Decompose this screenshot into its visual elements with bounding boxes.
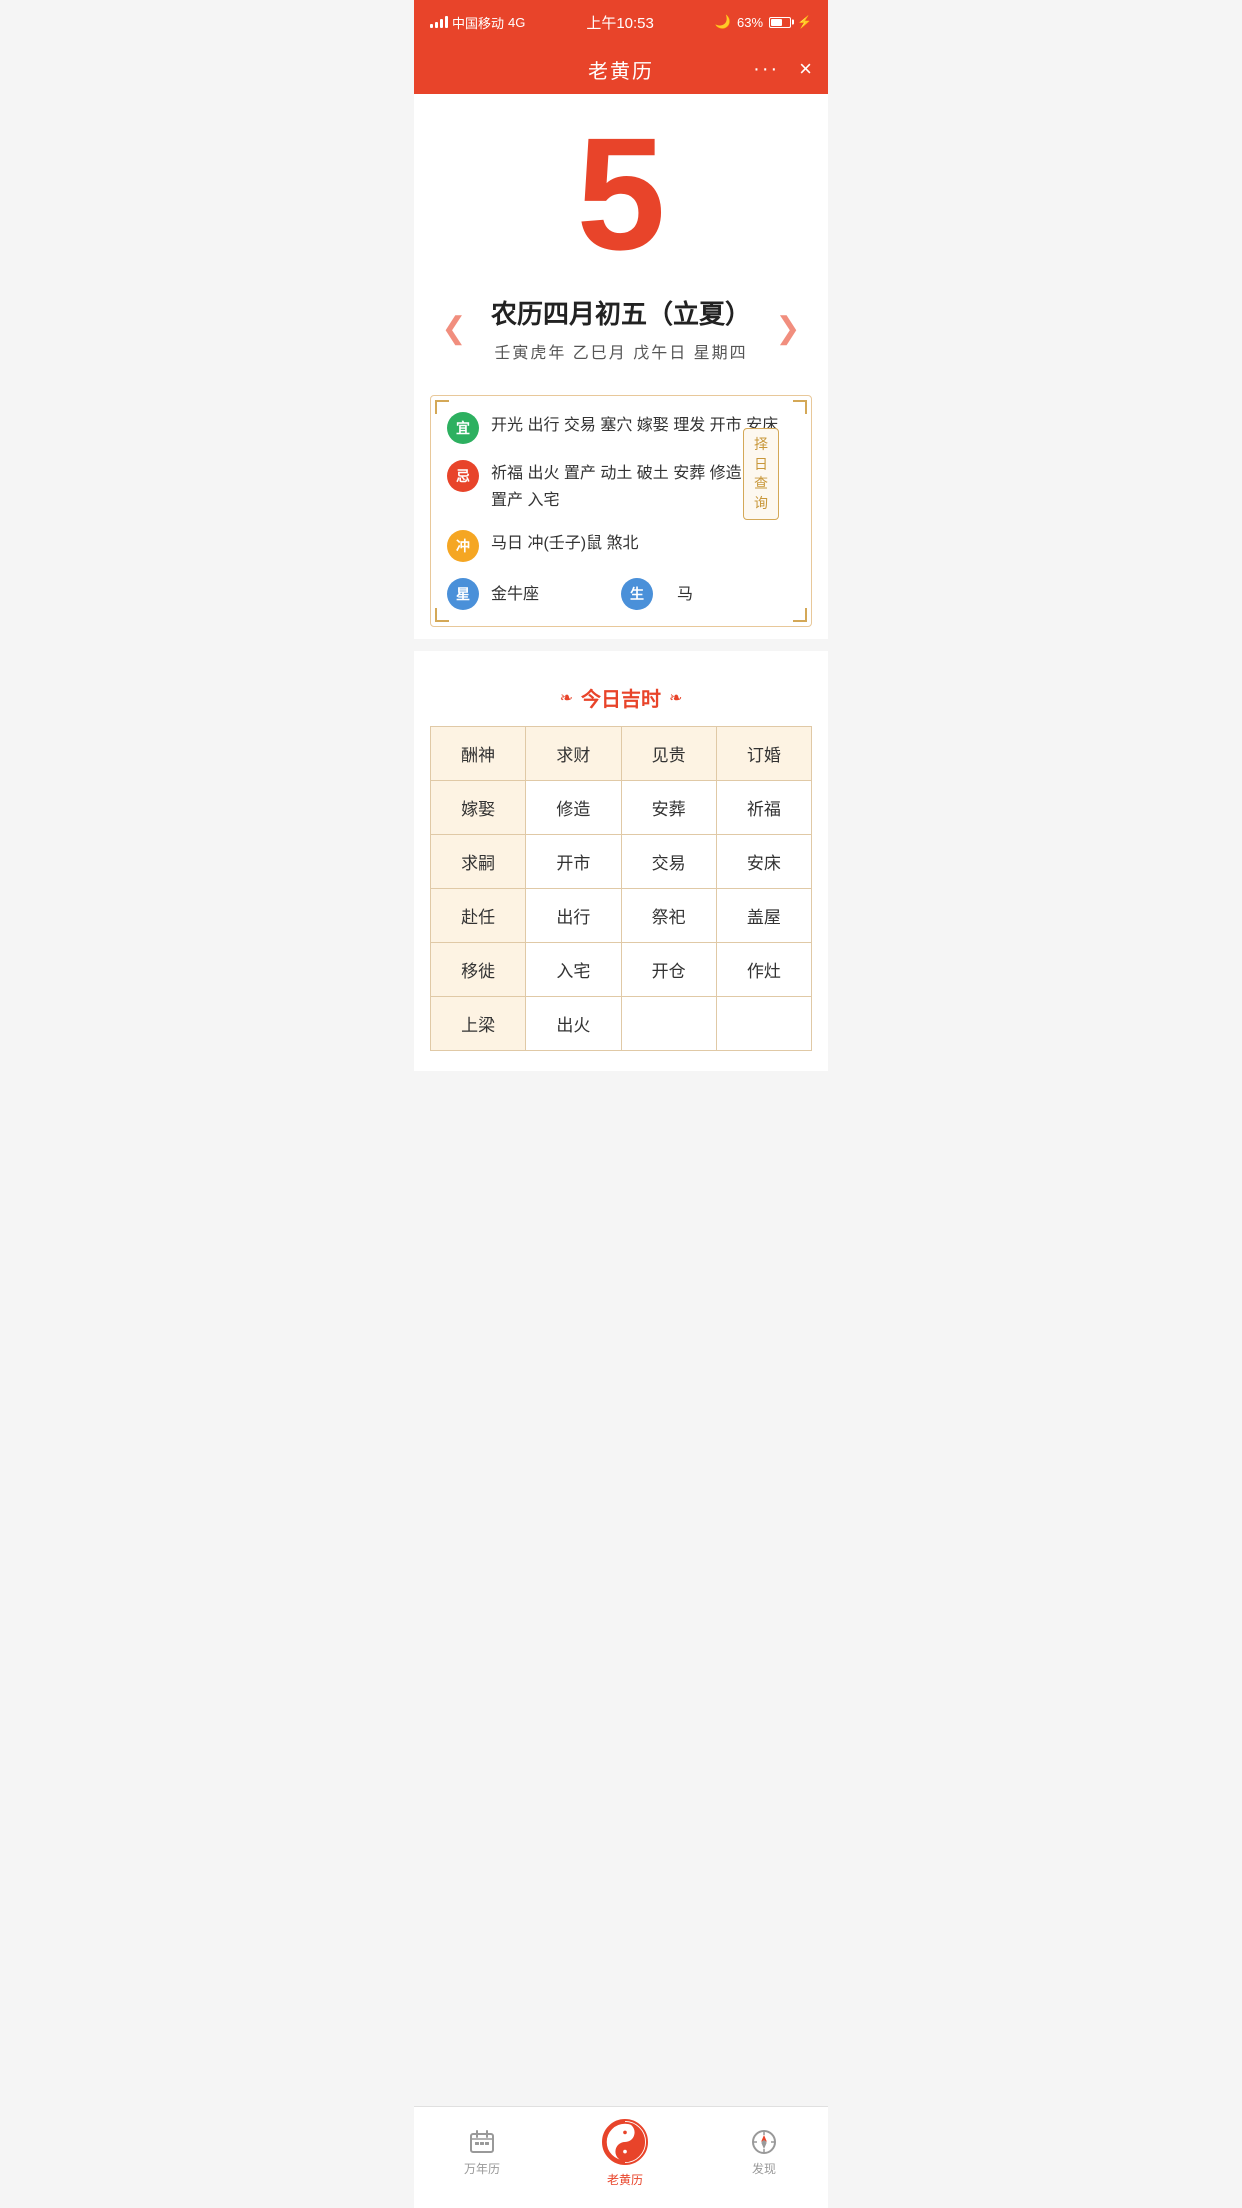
table-cell: 作灶 [716, 943, 811, 997]
jishi-section: ❧ 今日吉时 ❧ 酬神求财见贵订婚嫁娶修造安葬祈福求嗣开市交易安床赴任出行祭祀盖… [414, 663, 828, 1071]
nav-label-wannianli: 万年历 [464, 2160, 500, 2177]
ji-badge: 忌 [447, 460, 479, 492]
header-actions: ··· × [753, 56, 812, 82]
table-row: 求嗣开市交易安床 [431, 835, 812, 889]
table-cell: 酬神 [431, 727, 526, 781]
table-row: 酬神求财见贵订婚 [431, 727, 812, 781]
sheng-text: 马 [677, 581, 795, 608]
more-button[interactable]: ··· [753, 58, 779, 81]
table-cell: 赴任 [431, 889, 526, 943]
prev-day-button[interactable] [434, 304, 474, 354]
chong-row: 冲 马日 冲(壬子)鼠 煞北 [447, 530, 795, 562]
date-info-section: 农历四月初五（立夏） 壬寅虎年 乙巳月 戊午日 星期四 [414, 284, 828, 383]
table-cell: 祈福 [716, 781, 811, 835]
table-cell: 见贵 [621, 727, 716, 781]
yinyang-icon [600, 2117, 650, 2167]
date-center: 农历四月初五（立夏） 壬寅虎年 乙巳月 戊午日 星期四 [474, 294, 768, 363]
day-number-section: 5 [414, 94, 828, 284]
xing-text: 金牛座 [491, 581, 609, 608]
next-day-button[interactable] [768, 304, 808, 354]
status-bar: 中国移动 4G 上午10:53 🌙 63% ⚡ [414, 0, 828, 44]
jishi-header: ❧ 今日吉时 ❧ [414, 663, 828, 726]
app-header: 老黄历 ··· × [414, 44, 828, 94]
chong-text: 马日 冲(壬子)鼠 煞北 [491, 530, 795, 557]
battery-icon [769, 17, 791, 28]
table-cell: 上梁 [431, 997, 526, 1051]
corner-bl-decor [435, 608, 449, 622]
close-button[interactable]: × [799, 56, 812, 82]
chong-badge: 冲 [447, 530, 479, 562]
xing-sheng-row: 星 金牛座 生 马 [447, 578, 795, 610]
xing-badge: 星 [447, 578, 479, 610]
table-cell: 入宅 [526, 943, 621, 997]
table-cell: 出行 [526, 889, 621, 943]
table-cell: 修造 [526, 781, 621, 835]
charging-icon: ⚡ [797, 15, 812, 29]
header-title: 老黄历 [588, 55, 654, 84]
corner-tl-decor [435, 400, 449, 414]
table-row: 上梁出火 [431, 997, 812, 1051]
jishi-deco-left: ❧ [560, 688, 573, 708]
table-cell: 安葬 [621, 781, 716, 835]
jishi-deco-right: ❧ [669, 688, 682, 708]
status-right: 🌙 63% ⚡ [715, 14, 812, 30]
signal-icon [430, 16, 448, 28]
table-row: 赴任出行祭祀盖屋 [431, 889, 812, 943]
network-label: 4G [508, 15, 525, 30]
status-left: 中国移动 4G [430, 13, 525, 32]
nav-item-faxian[interactable]: 发现 [750, 2128, 778, 2177]
corner-br-decor [793, 608, 807, 622]
table-cell: 出火 [526, 997, 621, 1051]
nav-label-laohungli: 老黄历 [607, 2171, 643, 2188]
compass-icon [750, 2128, 778, 2156]
table-cell: 求嗣 [431, 835, 526, 889]
table-cell: 祭祀 [621, 889, 716, 943]
table-cell: 开市 [526, 835, 621, 889]
date-main-title: 农历四月初五（立夏） [474, 294, 768, 331]
table-cell [716, 997, 811, 1051]
table-row: 嫁娶修造安葬祈福 [431, 781, 812, 835]
carrier-label: 中国移动 [452, 13, 504, 32]
battery-percent: 63% [737, 15, 763, 30]
day-number: 5 [414, 114, 828, 274]
jishi-table: 酬神求财见贵订婚嫁娶修造安葬祈福求嗣开市交易安床赴任出行祭祀盖屋移徙入宅开仓作灶… [430, 726, 812, 1051]
yiji-section: 择日 查询 宜 开光 出行 交易 塞穴 嫁娶 理发 开市 安床 忌 祈福 出火 … [430, 395, 812, 627]
separator [414, 639, 828, 651]
corner-tr-decor [793, 400, 807, 414]
table-cell: 求财 [526, 727, 621, 781]
nav-item-wannianli[interactable]: 万年历 [464, 2128, 500, 2177]
table-row: 移徙入宅开仓作灶 [431, 943, 812, 997]
moon-icon: 🌙 [715, 14, 731, 30]
table-cell: 交易 [621, 835, 716, 889]
sheng-badge: 生 [621, 578, 653, 610]
yi-badge: 宜 [447, 412, 479, 444]
table-cell: 开仓 [621, 943, 716, 997]
table-cell: 嫁娶 [431, 781, 526, 835]
table-cell: 订婚 [716, 727, 811, 781]
table-cell: 移徙 [431, 943, 526, 997]
table-cell: 安床 [716, 835, 811, 889]
table-cell [621, 997, 716, 1051]
date-sub-title: 壬寅虎年 乙巳月 戊午日 星期四 [474, 339, 768, 363]
calendar-icon [468, 2128, 496, 2156]
main-content: 5 农历四月初五（立夏） 壬寅虎年 乙巳月 戊午日 星期四 择日 查询 [414, 94, 828, 1071]
nav-label-faxian: 发现 [752, 2160, 776, 2177]
time-label: 上午10:53 [586, 12, 654, 33]
bottom-nav: 万年历 老黄历 [414, 2106, 828, 2208]
table-cell: 盖屋 [716, 889, 811, 943]
nav-item-laohungli[interactable]: 老黄历 [600, 2117, 650, 2188]
jishi-title: 今日吉时 [581, 683, 661, 712]
